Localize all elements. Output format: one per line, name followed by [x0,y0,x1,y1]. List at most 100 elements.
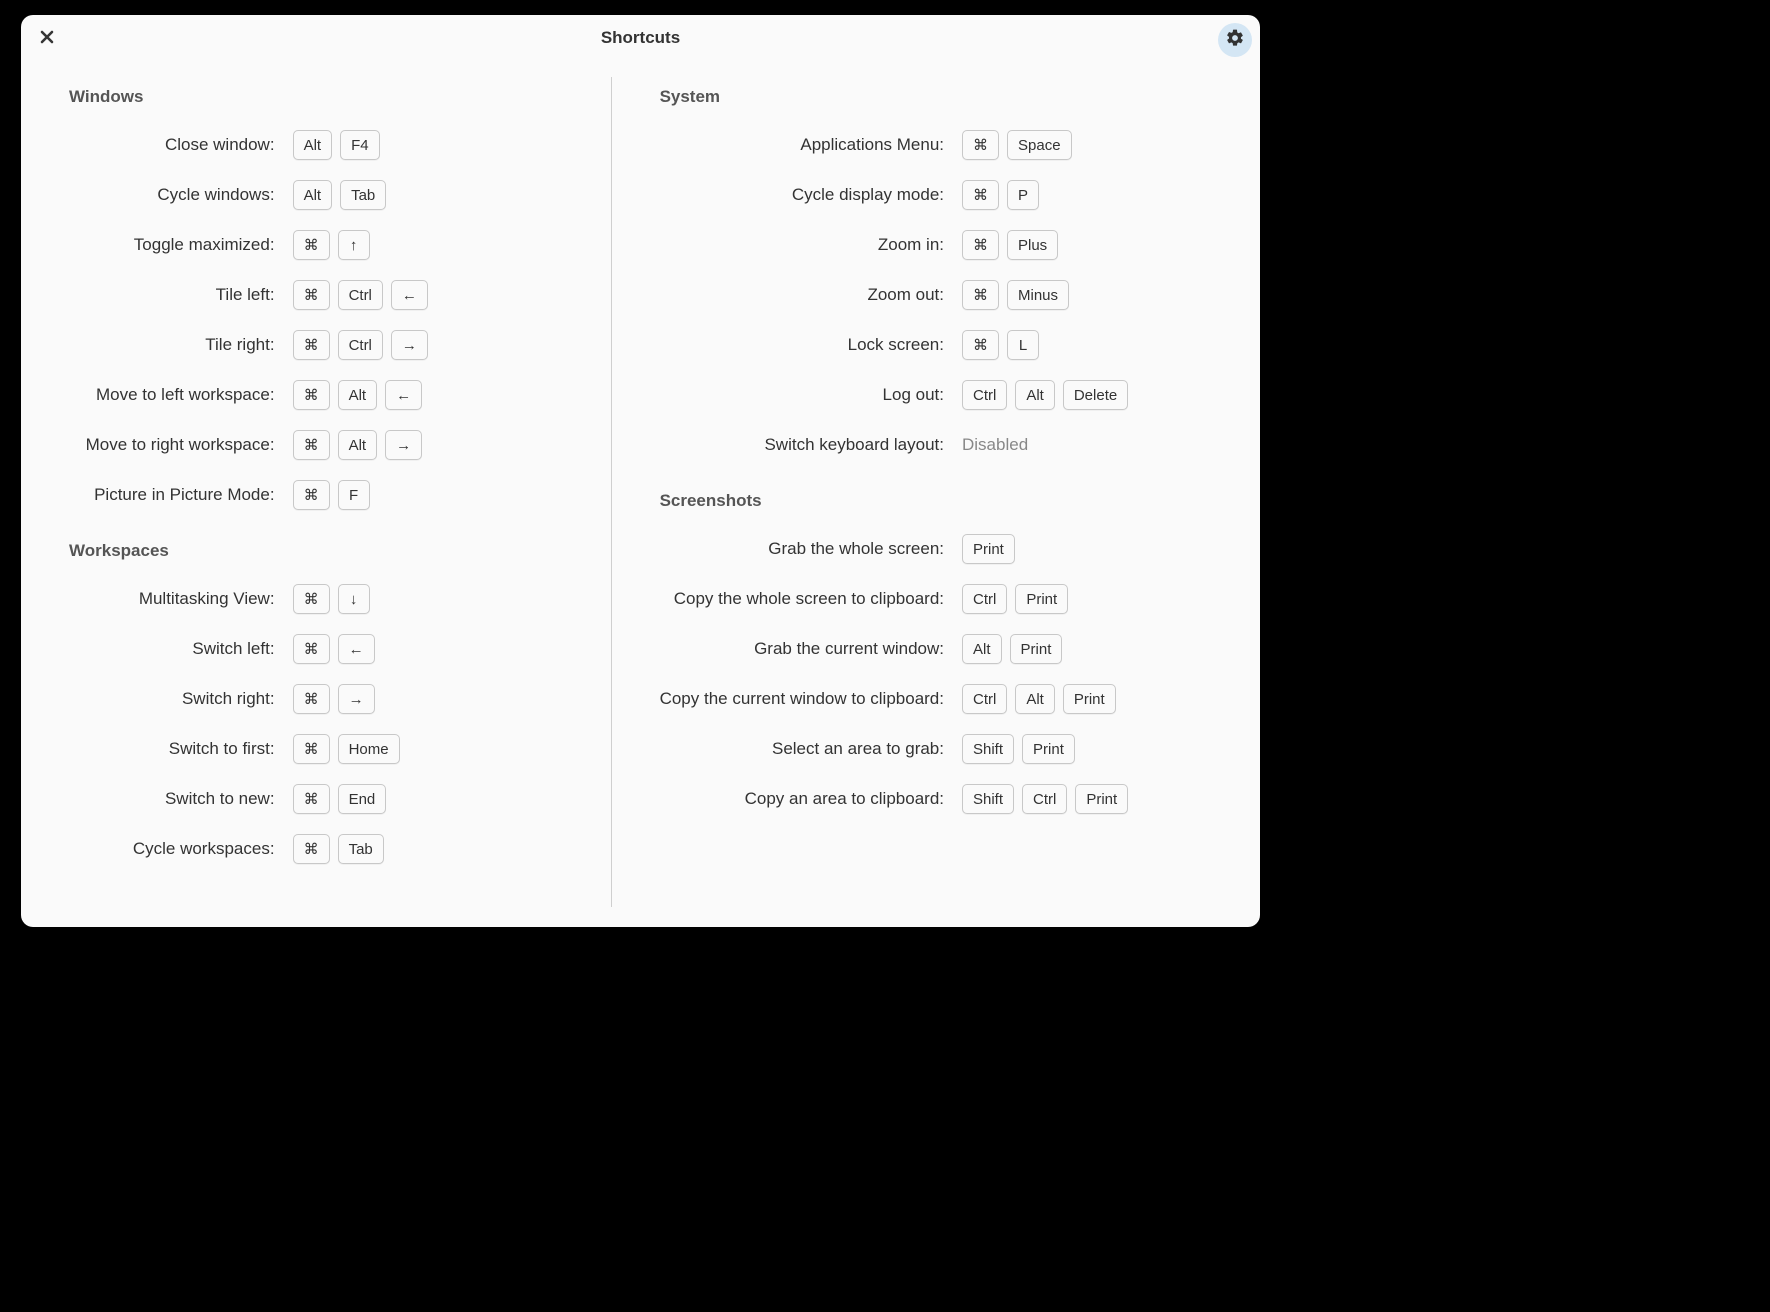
shortcut-label: Cycle windows: [69,185,293,205]
shortcut-label: Copy the current window to clipboard: [660,689,962,709]
shortcut-keys: AltTab [293,180,563,210]
shortcut-label: Zoom out: [660,285,962,305]
keycap: ⌘ [962,180,999,210]
shortcut-row-applications-menu: Applications Menu:⌘Space [660,129,1212,161]
keycap: Ctrl [962,584,1007,614]
section-title-system: System [660,87,1212,107]
shortcut-keys: ⌘Minus [962,280,1212,310]
keycap: Shift [962,734,1014,764]
shortcut-label: Cycle workspaces: [69,839,293,859]
section-windows: WindowsClose window:AltF4Cycle windows:A… [69,87,563,511]
gear-icon [1225,28,1245,53]
shortcut-label: Picture in Picture Mode: [69,485,293,505]
keycap: ⌘ [962,230,999,260]
shortcut-keys: Disabled [962,435,1212,455]
shortcut-row-switch-first: Switch to first:⌘Home [69,733,563,765]
shortcut-label: Log out: [660,385,962,405]
keycap: Print [1075,784,1128,814]
shortcut-keys: ShiftPrint [962,734,1212,764]
shortcut-keys: CtrlAltPrint [962,684,1212,714]
shortcut-keys: ⌘← [293,634,563,664]
shortcut-label: Copy an area to clipboard: [660,789,962,809]
shortcut-row-switch-new: Switch to new:⌘End [69,783,563,815]
keycap: Ctrl [338,330,383,360]
page-title: Shortcuts [601,28,680,48]
shortcut-label: Switch right: [69,689,293,709]
shortcut-label: Close window: [69,135,293,155]
close-icon [40,30,54,49]
keycap: ⌘ [962,130,999,160]
keycap: ⌘ [962,330,999,360]
close-button[interactable] [35,27,59,51]
keycap: Print [962,534,1015,564]
section-workspaces: Workspaces Multitasking View:⌘↓ Switch lef… [69,541,563,865]
shortcut-row-close-window: Close window:AltF4 [69,129,563,161]
shortcut-keys: ⌘↓ [293,584,563,614]
keycap: P [1007,180,1039,210]
keycap: ← [391,280,428,310]
keycap: Print [1010,634,1063,664]
shortcut-label: Multitasking View: [69,589,293,609]
shortcut-keys: CtrlAltDelete [962,380,1212,410]
shortcut-label: Switch to new: [69,789,293,809]
shortcut-label: Switch left: [69,639,293,659]
shortcut-keys: ⌘L [962,330,1212,360]
shortcut-keys: AltPrint [962,634,1212,664]
shortcut-row-move-ws-left: Move to left workspace:⌘Alt← [69,379,563,411]
section-title-windows: Windows [69,87,563,107]
keycap: Ctrl [1022,784,1067,814]
left-column: WindowsClose window:AltF4Cycle windows:A… [21,77,612,907]
keycap: Delete [1063,380,1128,410]
keycap: ⌘ [293,330,330,360]
shortcut-keys: ⌘F [293,480,563,510]
keycap: ⌘ [293,834,330,864]
titlebar: Shortcuts [21,15,1260,61]
section-title-screenshots: Screenshots [660,491,1212,511]
keycap: Shift [962,784,1014,814]
keycap: Print [1063,684,1116,714]
shortcut-label: Zoom in: [660,235,962,255]
keycap: ⌘ [293,634,330,664]
keycap: ⌘ [293,230,330,260]
keycap: ⌘ [293,480,330,510]
shortcut-label: Lock screen: [660,335,962,355]
shortcut-label: Grab the whole screen: [660,539,962,559]
keycap: Ctrl [338,280,383,310]
keycap: Alt [338,430,378,460]
shortcut-keys: ⌘Ctrl→ [293,330,563,360]
shortcut-keys: ⌘Plus [962,230,1212,260]
shortcut-row-switch-kb-layout: Switch keyboard layout:Disabled [660,429,1212,461]
shortcut-row-tile-left: Tile left:⌘Ctrl← [69,279,563,311]
keycap: F4 [340,130,380,160]
keycap: → [338,684,375,714]
shortcut-row-zoom-in: Zoom in:⌘Plus [660,229,1212,261]
shortcut-keys: AltF4 [293,130,563,160]
keycap: F [338,480,370,510]
keycap: ↑ [338,230,370,260]
shortcut-row-grab-screen: Grab the whole screen:Print [660,533,1212,565]
settings-button[interactable] [1218,23,1252,57]
keycap: ⌘ [293,280,330,310]
shortcut-label: Switch to first: [69,739,293,759]
keycap: L [1007,330,1039,360]
shortcut-keys: ⌘Tab [293,834,563,864]
shortcut-keys: ⌘Alt→ [293,430,563,460]
shortcut-label: Switch keyboard layout: [660,435,962,455]
keycap: ⌘ [293,380,330,410]
shortcut-row-multitasking-view: Multitasking View:⌘↓ [69,583,563,615]
shortcut-label: Toggle maximized: [69,235,293,255]
keycap: Alt [293,180,333,210]
keycap: ⌘ [293,430,330,460]
shortcut-keys: Shift Ctrl Print [962,784,1212,814]
shortcut-keys: ⌘ Ctrl ← [293,280,563,310]
keycap: Space [1007,130,1072,160]
shortcut-keys: ⌘Home [293,734,563,764]
shortcut-row-grab-window: Grab the current window:AltPrint [660,633,1212,665]
shortcut-row-cycle-windows: Cycle windows:AltTab [69,179,563,211]
keycap: Minus [1007,280,1069,310]
section-title-workspaces: Workspaces [69,541,563,561]
keycap: Alt [338,380,378,410]
keycap: Alt [1015,380,1055,410]
keycap: Home [338,734,400,764]
content: WindowsClose window:AltF4Cycle windows:A… [21,77,1260,907]
